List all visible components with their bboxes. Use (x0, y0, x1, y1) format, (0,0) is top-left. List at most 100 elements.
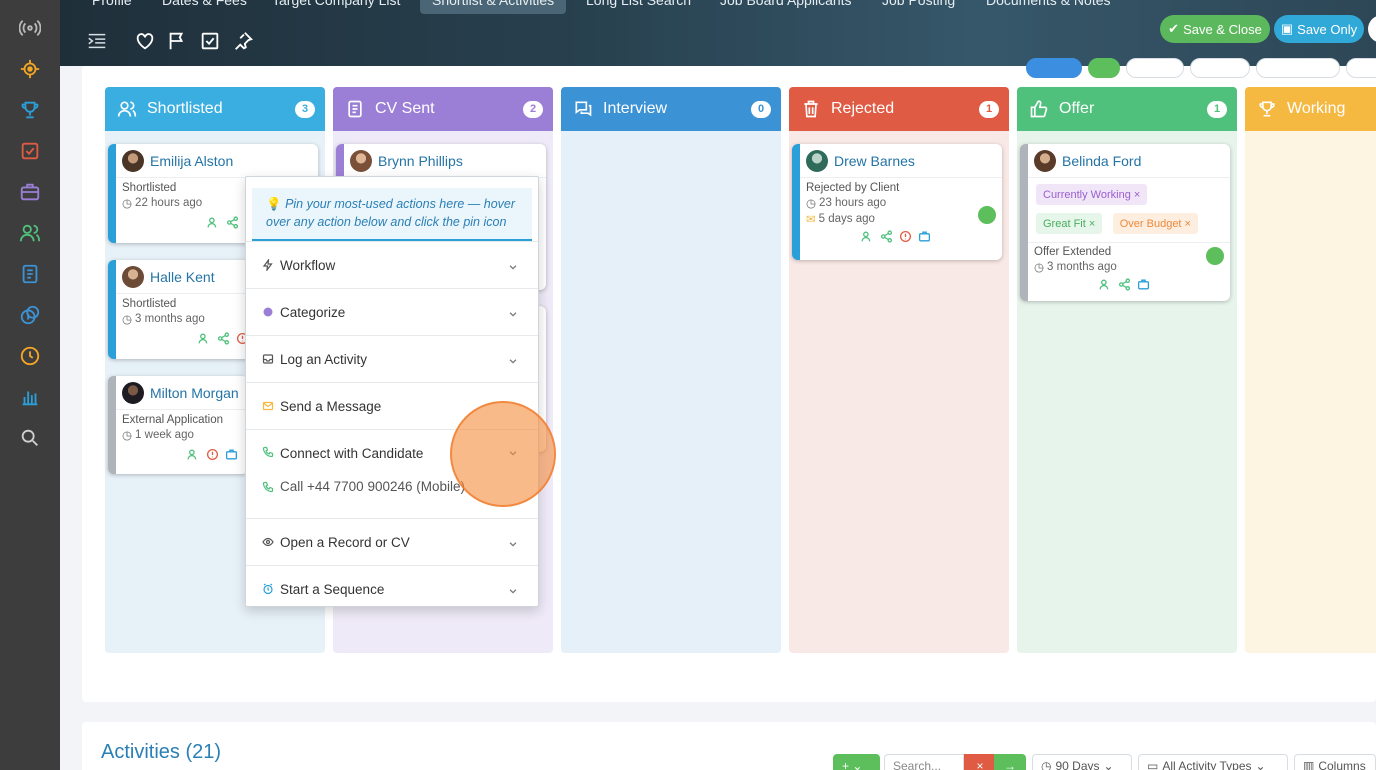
column-title: Offer (1059, 100, 1095, 117)
menu-item-workflow[interactable]: Workflow (246, 241, 538, 288)
candidate-card-drew[interactable]: Drew Barnes Rejected by Client ◷ 23 hours… (792, 144, 1002, 260)
alert-icon[interactable] (899, 230, 912, 243)
column-count-badge: 1 (979, 100, 999, 118)
trophy-icon[interactable] (18, 98, 42, 122)
target-icon[interactable] (18, 57, 42, 81)
card-time: 3 months ago (1047, 261, 1117, 273)
share-icon[interactable] (226, 216, 239, 229)
call-mobile-action[interactable]: Call +44 7700 900246 (Mobile) (262, 479, 465, 494)
share-icon[interactable] (217, 332, 230, 345)
search-icon[interactable] (18, 426, 42, 450)
date-range-select[interactable]: ◷ 90 Days ⌄ (1032, 754, 1132, 770)
broadcast-icon[interactable] (18, 16, 42, 40)
clock-icon: ◷ (122, 314, 133, 326)
user-icon[interactable] (186, 448, 200, 461)
user-icon[interactable] (1098, 278, 1112, 291)
activity-search-input[interactable]: Search... (884, 754, 964, 770)
briefcase-icon[interactable] (225, 448, 238, 461)
clear-search-button[interactable]: × (964, 754, 996, 770)
share-icon[interactable] (1118, 278, 1131, 291)
user-icon[interactable] (207, 216, 220, 229)
alarm-icon (262, 583, 274, 595)
candidate-name[interactable]: Emilija Alston (150, 153, 233, 169)
tag-currently-working[interactable]: Currently Working × (1036, 184, 1148, 205)
tab-documents-notes[interactable]: Documents & Notes (974, 0, 1123, 14)
save-close-button[interactable]: ✔ Save & Close (1160, 15, 1270, 43)
menu-item-start-sequence[interactable]: Start a Sequence (246, 565, 538, 612)
user-icon[interactable] (861, 230, 874, 243)
filter-pill-4[interactable] (1346, 58, 1376, 78)
document-icon[interactable] (18, 262, 42, 286)
clock-icon: ◷ (122, 430, 133, 442)
search-go-button[interactable]: → (994, 754, 1026, 770)
candidate-name[interactable]: Milton Morgan (150, 385, 239, 401)
card-status: Offer Extended (1034, 246, 1112, 258)
briefcase-icon[interactable] (1137, 278, 1150, 291)
tag-over-budget[interactable]: Over Budget × (1112, 213, 1198, 234)
filter-pill-1[interactable] (1126, 58, 1184, 78)
activity-type-select[interactable]: ▭ All Activity Types ⌄ (1138, 754, 1288, 770)
column-count-badge: 0 (751, 100, 771, 118)
checkbox-icon[interactable] (18, 139, 42, 163)
trash-icon (801, 99, 821, 119)
clock-icon: ◷ (122, 198, 133, 210)
tab-job-board-applicants[interactable]: Job Board Applicants (708, 0, 864, 14)
flag-icon[interactable] (166, 30, 188, 52)
bar-chart-icon[interactable] (18, 385, 42, 409)
card-status: External Application (122, 414, 224, 426)
menu-item-open-record[interactable]: Open a Record or CV (246, 518, 538, 565)
column-header-offer[interactable]: Offer 1 (1017, 87, 1237, 131)
tab-shortlist-activities[interactable]: Shortlist & Activities (420, 0, 567, 14)
columns-select[interactable]: ▥ Columns (1294, 754, 1376, 770)
tab-job-posting[interactable]: Job Posting (870, 0, 967, 14)
clock-icon[interactable] (18, 344, 42, 368)
filter-pill-3[interactable] (1256, 58, 1340, 78)
filter-pill-2[interactable] (1190, 58, 1250, 78)
briefcase-icon[interactable] (918, 230, 931, 243)
briefcase-icon[interactable] (18, 180, 42, 204)
tag-great-fit[interactable]: Great Fit × (1036, 213, 1103, 234)
envelope-icon: ✉ (806, 214, 816, 226)
tab-dates-fees[interactable]: Dates & Fees (150, 0, 259, 14)
candidate-card-milton[interactable]: Milton Morgan External Application ◷ 1 we… (108, 376, 248, 474)
money-icon[interactable] (18, 303, 42, 327)
column-header-working[interactable]: Working (1245, 87, 1376, 131)
avatar (122, 381, 144, 404)
share-icon[interactable] (880, 230, 893, 243)
check-square-icon[interactable] (199, 30, 221, 52)
avatar (806, 149, 828, 172)
trophy-icon (1257, 99, 1277, 119)
tab-long-list-search[interactable]: Long List Search (574, 0, 703, 14)
column-header-rejected[interactable]: Rejected 1 (789, 87, 1009, 131)
candidate-card-belinda[interactable]: Belinda Ford Currently Working × Great F… (1020, 144, 1230, 301)
menu-item-log-activity[interactable]: Log an Activity (246, 335, 538, 382)
phone-icon (262, 481, 274, 493)
add-activity-button[interactable]: + ⌄ (833, 754, 880, 770)
filter-add-button[interactable] (1088, 58, 1120, 78)
tab-profile[interactable]: Profile (80, 0, 144, 14)
more-actions-button[interactable] (1368, 15, 1376, 43)
users-icon[interactable] (18, 221, 42, 245)
filter-toggle[interactable] (1026, 58, 1082, 78)
heart-icon[interactable] (134, 30, 156, 52)
save-only-button[interactable]: ▣ Save Only (1274, 15, 1364, 43)
save-only-label: Save Only (1297, 21, 1358, 37)
candidate-name[interactable]: Halle Kent (150, 269, 215, 285)
column-header-shortlisted[interactable]: Shortlisted 3 (105, 87, 325, 131)
pin-icon[interactable] (232, 30, 254, 52)
menu-item-categorize[interactable]: Categorize (246, 288, 538, 335)
alert-icon[interactable] (206, 448, 219, 461)
tab-target-company-list[interactable]: Target Company List (260, 0, 412, 14)
click-highlight (450, 401, 556, 507)
candidate-name[interactable]: Drew Barnes (834, 153, 915, 169)
indent-icon[interactable] (86, 30, 108, 52)
clock-icon: ◷ (1041, 759, 1052, 770)
candidate-name[interactable]: Brynn Phillips (378, 153, 463, 169)
chat-icon (573, 99, 593, 119)
user-icon[interactable] (197, 332, 211, 345)
candidate-name[interactable]: Belinda Ford (1062, 153, 1141, 169)
column-header-interview[interactable]: Interview 0 (561, 87, 781, 131)
column-header-cv-sent[interactable]: CV Sent 2 (333, 87, 553, 131)
card-time: 23 hours ago (819, 197, 887, 209)
column-title: Working (1287, 100, 1346, 117)
